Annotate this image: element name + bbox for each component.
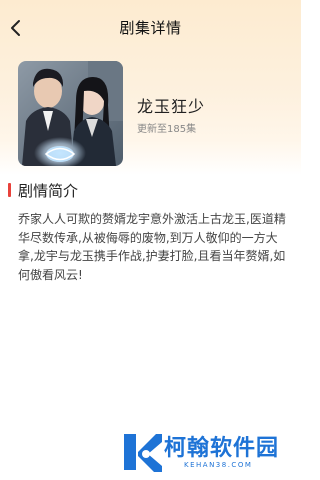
page-title: 剧集详情 [119,19,182,37]
watermark: 柯翰软件园 KEHAN38.COM [122,430,292,474]
section-accent-bar [8,183,11,197]
watermark-url: KEHAN38.COM [184,461,253,469]
show-title: 龙玉狂少 [137,97,206,116]
top-bar: 剧集详情 [0,0,301,56]
watermark-name: 柯翰软件园 [164,436,280,461]
synopsis-text: 乔家人人可欺的赘婿龙宇意外激活上古龙玉,医道精华尽数传承,从被侮辱的废物,到万人… [18,212,286,282]
episode-count: 更新至185集 [137,124,197,135]
watermark-logo-icon [124,434,162,472]
synopsis-heading: 剧情简介 [18,182,79,200]
poster-image[interactable] [18,61,123,166]
